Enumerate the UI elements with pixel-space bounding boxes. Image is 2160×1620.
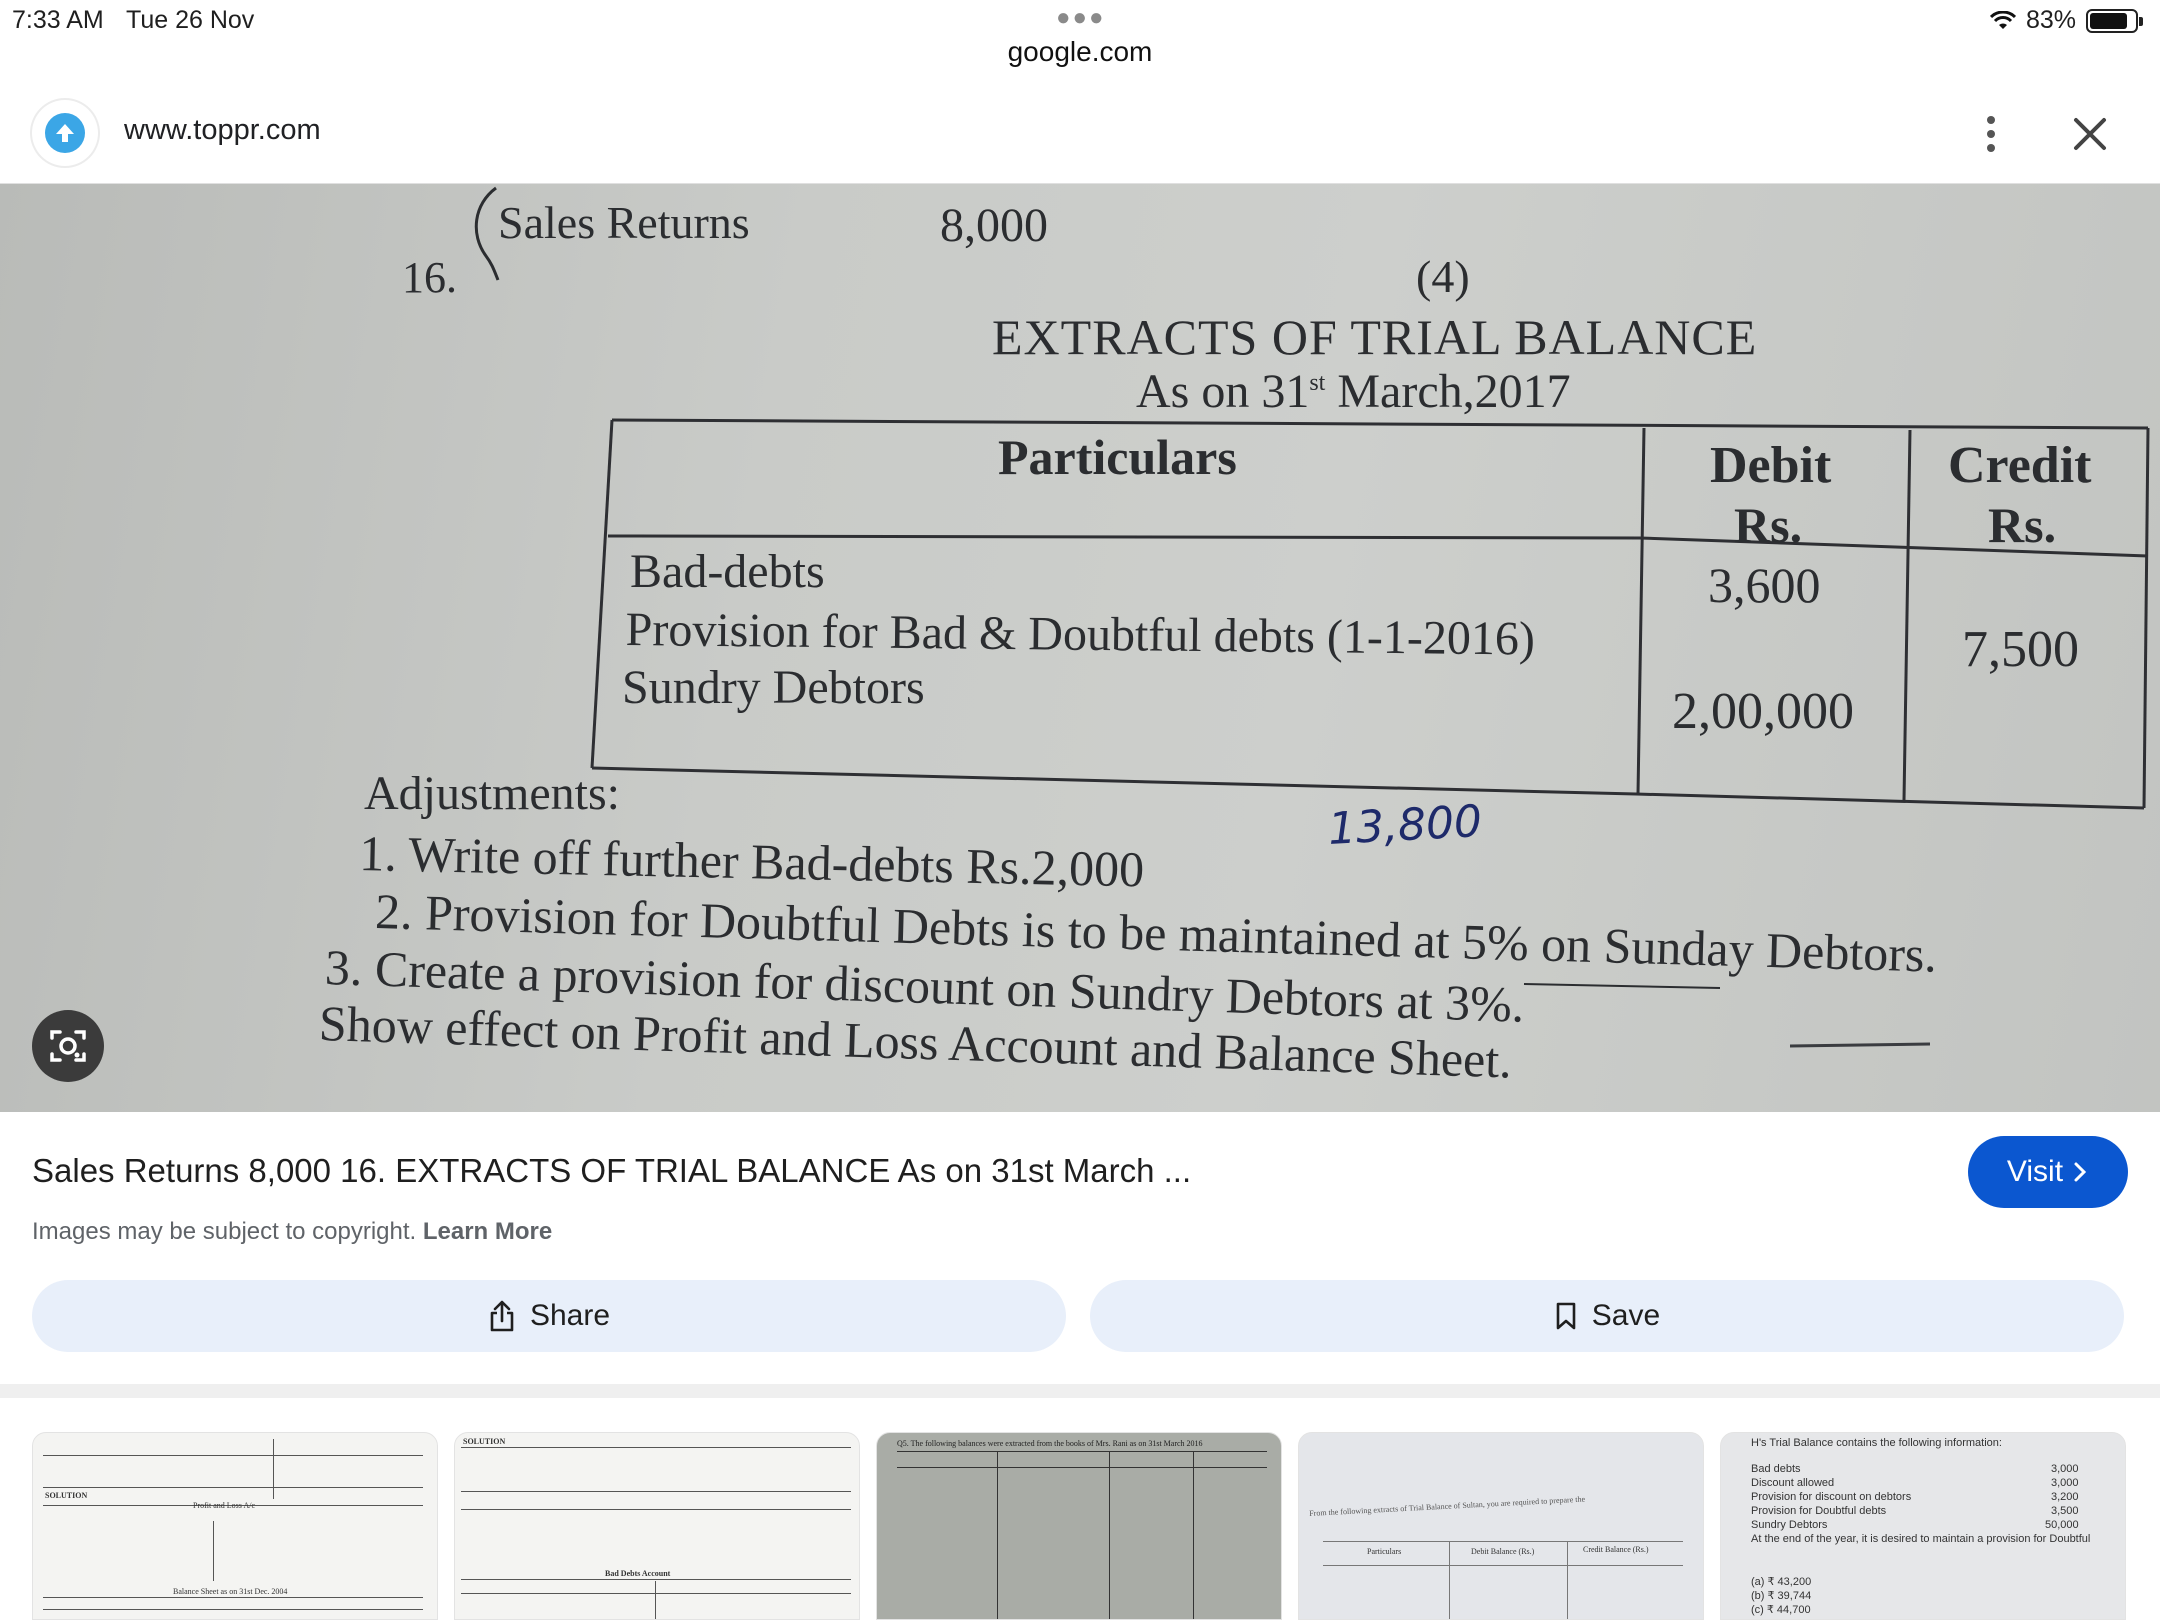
section-divider [0,1384,2160,1398]
chevron-right-icon [2074,1162,2087,1182]
share-button[interactable]: Share [32,1280,1066,1352]
browser-url[interactable]: google.com [0,36,2160,68]
related-thumbnail[interactable]: H's Trial Balance contains the following… [1720,1432,2126,1620]
site-favicon [32,100,98,166]
lens-search-button[interactable] [32,1010,104,1082]
save-label: Save [1591,1299,1661,1332]
battery-percent: 83% [2025,6,2076,34]
save-button[interactable]: Save [1090,1280,2124,1352]
copyright-notice: Images may be subject to copyright. Lear… [32,1218,553,1245]
related-thumbnail[interactable]: Q5. The following balances were extracte… [876,1432,1282,1620]
wifi-icon [1989,10,2016,29]
related-thumbnail[interactable]: From the following extracts of Trial Bal… [1298,1432,1704,1620]
result-title[interactable]: Sales Returns 8,000 16. EXTRACTS OF TRIA… [32,1152,1191,1190]
battery-icon [2086,8,2143,33]
result-image[interactable]: Sales Returns 8,000 16. (4) EXTRACTS OF … [0,184,2160,1112]
status-time: 7:33 AM [12,6,104,34]
related-images: SOLUTION Profit and Loss A/c Balance She… [32,1432,2132,1620]
site-url[interactable]: www.toppr.com [124,114,321,147]
multitask-dots-icon[interactable]: ●●● [1056,4,1106,32]
more-options-icon[interactable] [1976,110,2006,158]
status-bar: 7:33 AM Tue 26 Nov ●●● 83% [0,0,2160,40]
related-thumbnail[interactable]: SOLUTION Profit and Loss A/c Balance She… [32,1432,438,1620]
visit-button[interactable]: Visit [1968,1136,2128,1208]
lens-icon [50,1030,86,1062]
learn-more-link[interactable]: Learn More [423,1218,552,1245]
status-date: Tue 26 Nov [126,6,255,34]
bookmark-icon [1556,1302,1576,1330]
share-label: Share [529,1299,611,1332]
pen-underline [1523,983,1931,1048]
visit-label: Visit [2006,1155,2064,1188]
share-icon [490,1300,514,1332]
related-thumbnail[interactable]: SOLUTION Bad Debts Account [454,1432,860,1620]
close-icon[interactable] [2068,112,2112,156]
up-arrow-icon [56,124,74,142]
site-bar: www.toppr.com [0,80,2160,184]
status-right: 83% [1989,6,2143,35]
